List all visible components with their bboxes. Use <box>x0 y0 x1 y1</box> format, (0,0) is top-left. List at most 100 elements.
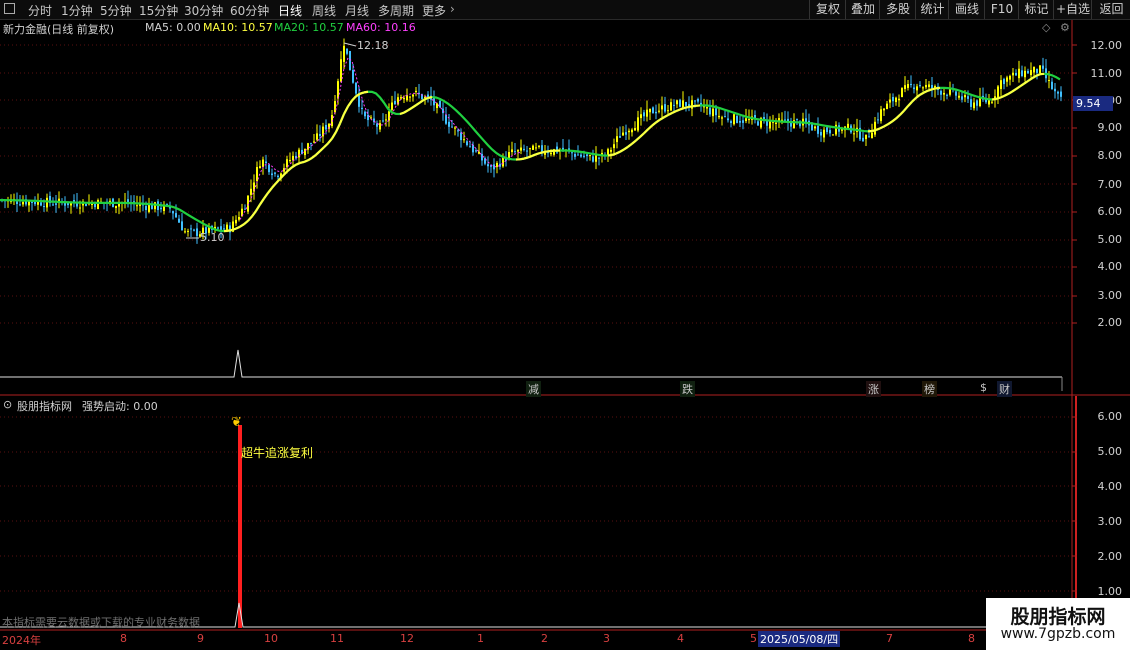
ma-rising-segment <box>907 100 913 107</box>
ma-rising-segment <box>627 142 633 148</box>
candle-body <box>868 136 870 138</box>
candle-body <box>940 90 942 95</box>
candle-body <box>394 100 396 105</box>
ma-rising-segment <box>1011 88 1017 93</box>
candle-body <box>724 116 726 118</box>
candle-body <box>583 155 585 157</box>
candle-body <box>1048 80 1050 82</box>
candle-body <box>892 96 894 102</box>
candle-body <box>775 122 777 125</box>
candle-body <box>1000 80 1002 89</box>
date-tick: 4 <box>677 632 684 645</box>
butterfly-icon: ❦ <box>231 415 242 430</box>
candle-body <box>676 100 678 105</box>
candle-body <box>913 87 915 90</box>
candle-body <box>316 133 318 140</box>
candle-body <box>694 100 696 102</box>
candle-body <box>748 119 750 121</box>
event-marker-list[interactable]: 榜 <box>922 381 937 397</box>
candle-body <box>667 110 669 112</box>
ma-rising-segment <box>871 128 877 133</box>
candle-body <box>496 162 498 167</box>
settings-icon[interactable]: ⚙ <box>1060 21 1070 34</box>
indicator-value: 强势启动: 0.00 <box>82 400 158 413</box>
candle-body <box>865 134 867 140</box>
candle-body <box>664 104 666 112</box>
candle-body <box>862 137 864 142</box>
ma-rising-segment <box>895 114 901 120</box>
candle-body <box>643 112 645 117</box>
sub-tick: 3.00 <box>1097 515 1123 528</box>
candle-body <box>451 126 453 128</box>
ma-rising-segment <box>875 127 881 132</box>
candle-body <box>1057 91 1059 94</box>
candle-body <box>226 224 228 231</box>
collapse-icon[interactable]: ⊙ <box>3 398 12 411</box>
indicator-name[interactable]: 股朋指标网 <box>17 398 72 414</box>
ma20-label: MA20: 10.57 <box>274 21 344 34</box>
candle-body <box>79 207 81 209</box>
candle-body <box>469 146 471 148</box>
ma-rising-segment <box>1031 74 1037 80</box>
candle-body <box>346 48 348 54</box>
date-tick: 12 <box>400 632 414 645</box>
candle-body <box>574 153 576 157</box>
candle-body <box>520 147 522 151</box>
candle-body <box>325 124 327 130</box>
ma-rising-segment <box>519 157 525 161</box>
ma-rising-segment <box>231 227 237 232</box>
candle-body <box>943 92 945 95</box>
ma-rising-segment <box>259 197 265 206</box>
price-tick: 2.00 <box>1097 316 1123 329</box>
candle-body <box>961 96 963 100</box>
kline-chart[interactable] <box>0 0 1130 650</box>
sub-tick: 1.00 <box>1097 585 1123 598</box>
candle-body <box>247 195 249 212</box>
candle-body <box>853 133 855 135</box>
candle-body <box>970 99 972 107</box>
candle-body <box>301 149 303 154</box>
candle-body <box>1009 75 1011 80</box>
candle-body <box>535 147 537 149</box>
candle-body <box>235 219 237 224</box>
ma-rising-segment <box>635 136 641 142</box>
ma-rising-segment <box>923 89 929 94</box>
candle-body <box>649 108 651 113</box>
diamond-icon[interactable]: ◇ <box>1042 21 1050 34</box>
date-tick: 11 <box>330 632 344 645</box>
ma-rising-segment <box>903 105 909 112</box>
candle-body <box>445 114 447 124</box>
event-marker-rise[interactable]: 涨 <box>866 381 881 397</box>
ma-rising-segment <box>607 153 613 157</box>
candle-body <box>46 197 48 208</box>
candle-body <box>733 114 735 125</box>
ma-rising-segment <box>611 152 617 156</box>
event-marker-dollar[interactable]: $ <box>978 381 989 394</box>
volume-baseline <box>0 349 1062 378</box>
ma-rising-segment <box>667 112 673 117</box>
event-marker-fall[interactable]: 跌 <box>680 381 695 397</box>
candle-body <box>259 166 261 169</box>
candle-body <box>628 130 630 133</box>
candle-body <box>1006 77 1008 82</box>
candle-body <box>472 144 474 153</box>
event-marker-reduce[interactable]: 减 <box>526 381 541 397</box>
ma-rising-segment <box>675 108 681 113</box>
ma-rising-segment <box>359 91 365 95</box>
candle-body <box>592 156 594 162</box>
ma60-label: MA60: 10.16 <box>346 21 416 34</box>
candle-body <box>178 218 180 223</box>
price-tick: 3.00 <box>1097 289 1123 302</box>
candle-body <box>385 119 387 121</box>
candle-body <box>718 115 720 118</box>
ma-rising-segment <box>671 110 677 115</box>
candle-body <box>976 100 978 106</box>
event-marker-finance[interactable]: 财 <box>997 381 1012 397</box>
candle-body <box>175 213 177 218</box>
price-tick: 4.00 <box>1097 260 1123 273</box>
crosshair-date: 2025/05/08/四 <box>758 631 841 647</box>
candle-body <box>526 150 528 152</box>
candle-body <box>388 111 390 121</box>
ma-rising-segment <box>407 106 413 112</box>
ma-rising-segment <box>239 223 245 228</box>
